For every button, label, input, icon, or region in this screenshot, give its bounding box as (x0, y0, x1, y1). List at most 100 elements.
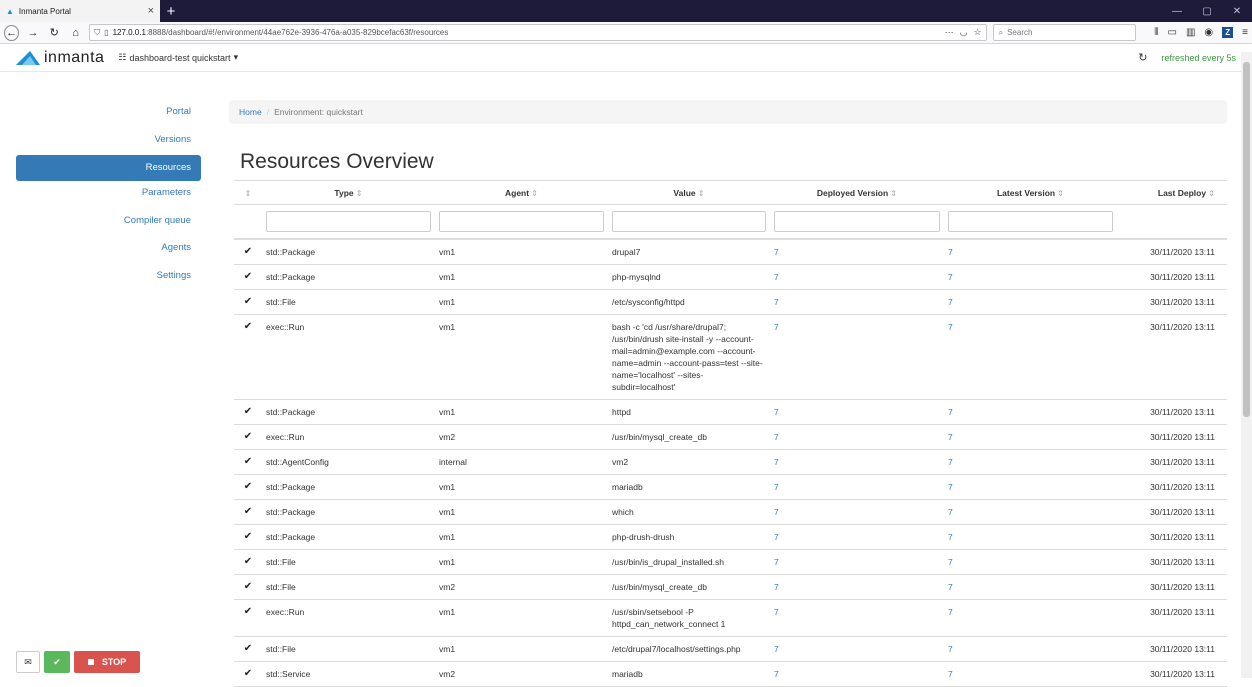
zotero-icon[interactable]: Z (1222, 27, 1234, 38)
table-row[interactable]: ✔ std::Package vm1 php-mysqlnd 7 7 30/11/2020 … (234, 264, 1227, 290)
cell-latest[interactable]: 7 (944, 499, 1117, 525)
search-input[interactable]: ⌕ Search (992, 24, 1137, 41)
cell-deployed[interactable]: 7 (770, 474, 944, 500)
filter-input-type[interactable] (266, 210, 431, 232)
menu-icon[interactable]: ≡ (1242, 27, 1248, 38)
pocket-icon[interactable]: ◡ (960, 27, 968, 38)
page-actions-icon[interactable]: ··· (945, 27, 954, 38)
library-icon[interactable]: ⫴ (1154, 27, 1158, 38)
sidebar-item-parameters[interactable]: Parameters (16, 181, 201, 209)
check-button[interactable]: ✔ (44, 651, 70, 673)
forward-button[interactable]: → (25, 25, 40, 41)
cell-deployed[interactable]: 7 (770, 661, 944, 687)
sidebar-item-resources[interactable]: Resources (16, 155, 201, 181)
breadcrumb-home[interactable]: Home (239, 107, 262, 117)
sidebar-item-portal[interactable]: Portal (16, 100, 201, 128)
cell-latest[interactable]: 7 (944, 238, 1117, 265)
cell-deployed[interactable]: 7 (770, 289, 944, 315)
minimize-icon[interactable]: — (1162, 6, 1192, 17)
account-icon[interactable]: ◉ (1204, 27, 1213, 38)
cell-deployed[interactable]: 7 (770, 238, 944, 265)
cell-latest[interactable]: 7 (944, 264, 1117, 290)
url-text[interactable]: 127.0.0.1:8888/dashboard/#!/environment/… (113, 28, 941, 37)
close-tab-icon[interactable]: × (148, 5, 154, 17)
cell-deployed[interactable]: 7 (770, 314, 944, 400)
refresh-icon[interactable]: ↻ (1138, 51, 1147, 64)
cell-latest[interactable]: 7 (944, 636, 1117, 662)
extension-icon[interactable]: ▥ (1186, 27, 1195, 38)
table-row[interactable]: ✔ std::Package vm1 php-drush-drush 7 7 30/11/2… (234, 524, 1227, 550)
column-header-agent[interactable]: Agent ⇕ (435, 180, 608, 205)
filter-input-deployed-version[interactable] (774, 210, 940, 232)
sidebar-item-versions[interactable]: Versions (16, 128, 201, 156)
cell-deployed[interactable]: 7 (770, 599, 944, 637)
cell-deployed[interactable]: 7 (770, 549, 944, 575)
cell-deployed[interactable]: 7 (770, 264, 944, 290)
environment-selector[interactable]: ☷ dashboard-test quickstart ▾ (118, 52, 238, 63)
brand[interactable]: inmanta (16, 49, 104, 67)
table-row[interactable]: ✔ std::File vm1/etc/drupal7/localhost/sett… (234, 636, 1227, 662)
shield-icon[interactable]: ⛉ (94, 28, 100, 38)
home-button[interactable]: ⌂ (68, 25, 83, 41)
reader-view-icon[interactable]: ▭ (1168, 27, 1177, 38)
filter-input-latest-version[interactable] (948, 210, 1113, 232)
mail-button[interactable]: ✉ (16, 651, 40, 673)
inmanta-favicon-icon: ▲ (6, 6, 14, 16)
table-row[interactable]: ✔ std::Package vm1 drupal7 7 7 30/11/2020 13:1… (234, 238, 1227, 265)
browser-tab[interactable]: ▲ Inmanta Portal × (0, 0, 160, 22)
cell-deployed[interactable]: 7 (770, 524, 944, 550)
cell-latest[interactable]: 7 (944, 574, 1117, 600)
table-row[interactable]: ✔ std::AgentConfig internal vm2 7 7 30/11/2020… (234, 449, 1227, 475)
cell-deployed[interactable]: 7 (770, 399, 944, 425)
reload-button[interactable]: ↻ (47, 25, 62, 41)
url-bar[interactable]: ⛉ ▯ 127.0.0.1:8888/dashboard/#!/environm… (89, 24, 987, 41)
column-header-label: Latest Version (996, 187, 1056, 198)
cell-latest[interactable]: 7 (944, 599, 1117, 637)
cell-latest[interactable]: 7 (944, 449, 1117, 475)
filter-input-value[interactable] (612, 210, 766, 232)
cell-deployed[interactable]: 7 (770, 499, 944, 525)
bookmark-star-icon[interactable]: ☆ (974, 27, 982, 38)
cell-deployed[interactable]: 7 (770, 636, 944, 662)
table-row[interactable]: ✔ exec::Run vm1/usr/sbin/setsebool -P http… (234, 599, 1227, 637)
stop-button[interactable]: STOP (74, 651, 140, 673)
cell-latest[interactable]: 7 (944, 314, 1117, 400)
table-row[interactable]: ✔ exec::Run vm2/usr/bin/mysql_create_db 7 7 3… (234, 424, 1227, 450)
cell-latest[interactable]: 7 (944, 289, 1117, 315)
column-header-type[interactable]: Type ⇕ (262, 180, 435, 205)
column-header-value[interactable]: Value ⇕ (608, 180, 770, 205)
cell-latest[interactable]: 7 (944, 424, 1117, 450)
restore-icon[interactable]: ▢ (1192, 6, 1222, 17)
page-scrollbar[interactable] (1241, 52, 1252, 678)
sidebar-item-compiler-queue[interactable]: Compiler queue (16, 209, 201, 237)
cell-deployed[interactable]: 7 (770, 574, 944, 600)
sidebar-item-agents[interactable]: Agents (16, 236, 201, 264)
table-row[interactable]: ✔ std::Package vm1 mariadb 7 7 30/11/2020 13:1… (234, 474, 1227, 500)
cell-deployed[interactable]: 7 (770, 424, 944, 450)
filter-input-agent[interactable] (439, 210, 604, 232)
table-row[interactable]: ✔ std::File vm1/etc/sysconfig/httpd 7 7 30/11… (234, 289, 1227, 315)
table-row[interactable]: ✔ std::Package vm1 httpd 7 7 30/11/2020 13:11 (234, 399, 1227, 425)
cell-latest[interactable]: 7 (944, 524, 1117, 550)
sidebar-item-settings[interactable]: Settings (16, 264, 201, 292)
cell-latest[interactable]: 7 (944, 474, 1117, 500)
refresh-label[interactable]: refreshed every 5s (1161, 53, 1236, 63)
table-row[interactable]: ✔ exec::Run vm1 bash -c 'cd /usr/share/drup… (234, 314, 1227, 400)
cell-latest[interactable]: 7 (944, 549, 1117, 575)
column-header-latest-version[interactable]: Latest Version ⇕ (944, 180, 1117, 205)
cell-latest[interactable]: 7 (944, 661, 1117, 687)
back-button[interactable]: ← (4, 24, 20, 41)
cell-value: /usr/bin/is_drupal_installed.sh (608, 549, 770, 575)
column-header-deployed-version[interactable]: Deployed Version ⇕ (770, 180, 944, 205)
table-row[interactable]: ✔ std::Package vm1 which 7 7 30/11/2020 13:11 (234, 499, 1227, 525)
table-row[interactable]: ✔ std::File vm1/usr/bin/is_drupal_installe… (234, 549, 1227, 575)
table-row[interactable]: ✔ std::File vm2/usr/bin/mysql_create_db 7 7 3… (234, 574, 1227, 600)
table-row[interactable]: ✔ std::Service vm2 mariadb 7 7 30/11/2020 13:1… (234, 661, 1227, 687)
new-tab-button[interactable]: + (160, 0, 182, 22)
status-column-header[interactable]: ⇕ (234, 180, 262, 205)
close-window-icon[interactable]: ✕ (1222, 6, 1252, 17)
column-header-last-deploy[interactable]: Last Deploy ⇕ (1117, 180, 1227, 205)
scrollbar-thumb[interactable] (1243, 62, 1250, 417)
cell-latest[interactable]: 7 (944, 399, 1117, 425)
cell-deployed[interactable]: 7 (770, 449, 944, 475)
